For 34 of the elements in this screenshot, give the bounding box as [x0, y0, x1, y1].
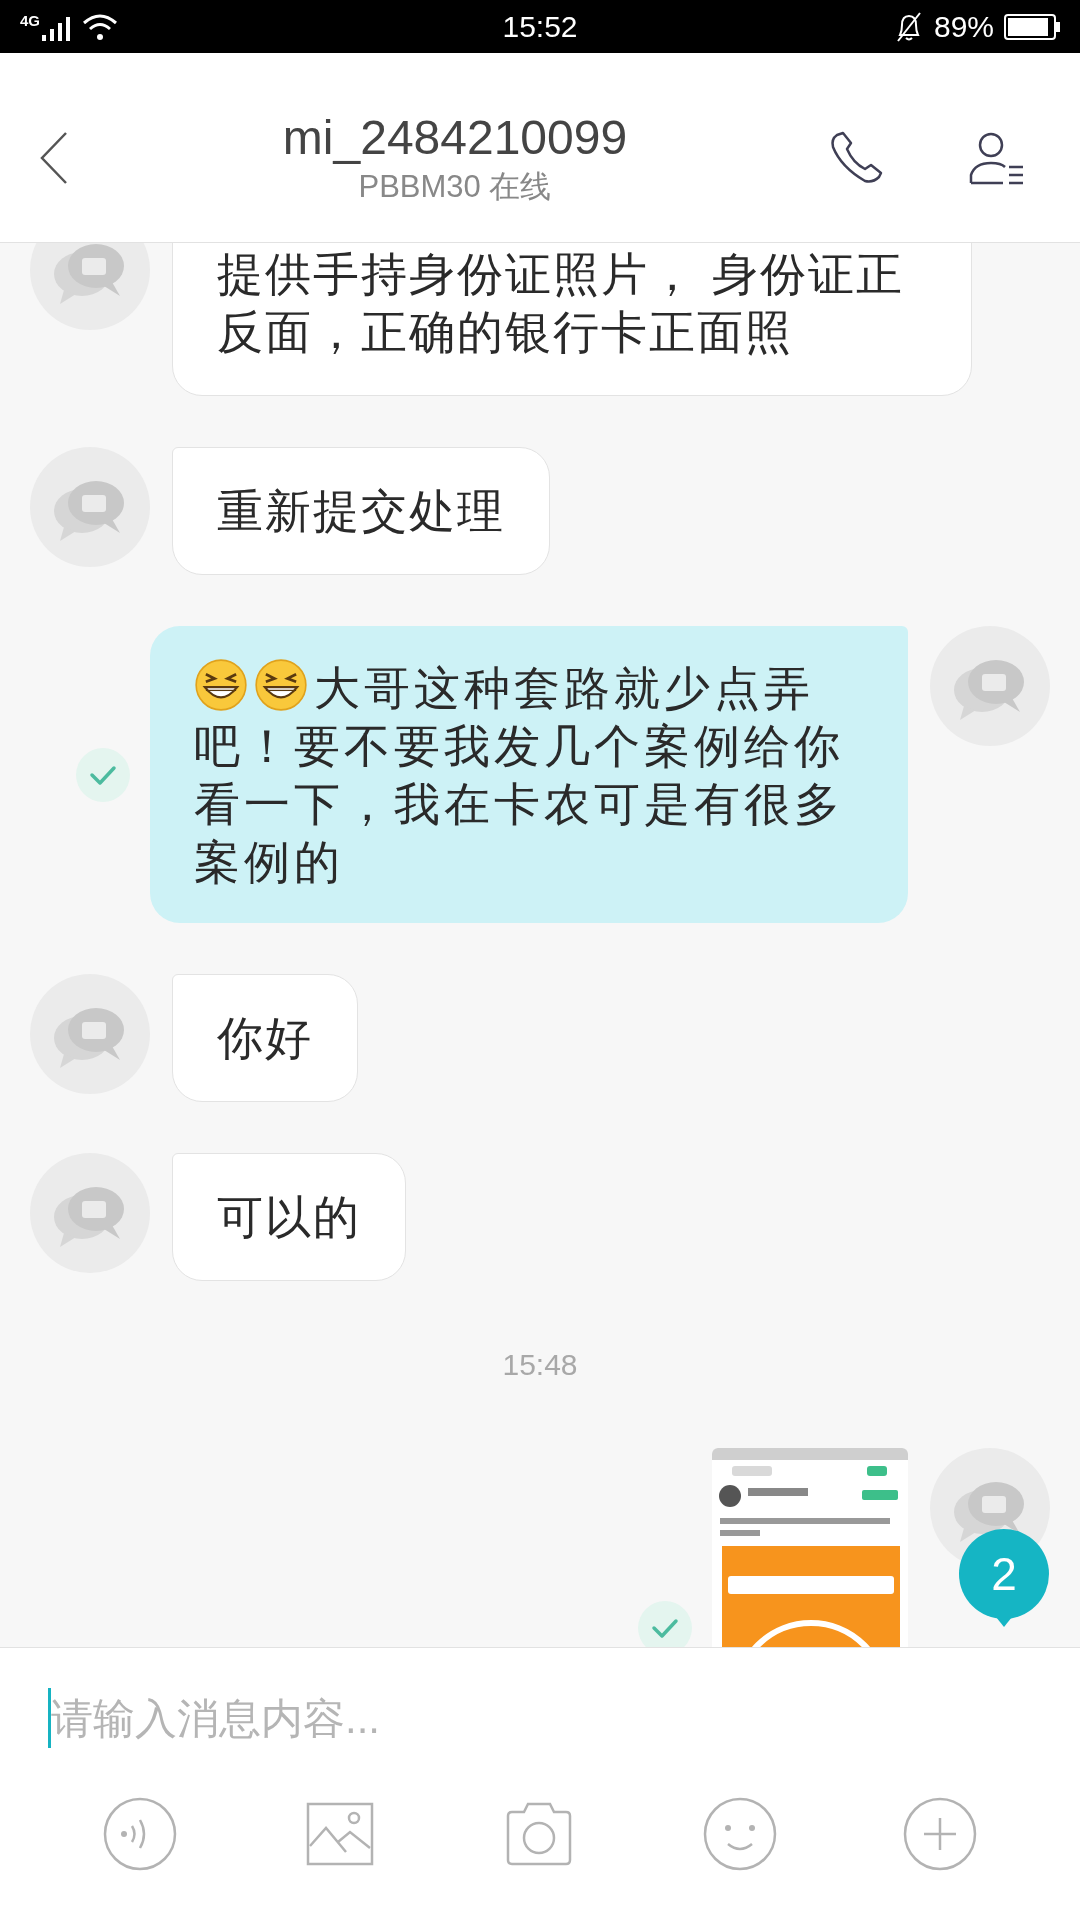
more-button[interactable] — [902, 1796, 978, 1872]
message-timestamp: 15:48 — [502, 1347, 578, 1383]
grinning-face-icon — [254, 658, 308, 712]
battery-icon — [1004, 13, 1060, 40]
voice-button[interactable] — [102, 1796, 178, 1872]
message-bubble: 提供手持身份证照片， 身份证正反面，正确的银行卡正面照 — [172, 243, 972, 396]
battery-percent: 89% — [933, 9, 994, 45]
message-bubble: 大哥这种套路就少点弄吧！要不要我发几个案例给你看一下，我在卡农可是有很多案例的 — [150, 626, 908, 923]
text-cursor — [48, 1688, 51, 1748]
message-bubble: 你好 — [172, 974, 358, 1102]
plus-icon — [902, 1796, 978, 1872]
check-icon — [76, 747, 130, 802]
phone-icon — [829, 130, 885, 185]
contact-name: mi_2484210099 — [282, 109, 628, 166]
unread-count-badge[interactable]: 2 — [959, 1529, 1049, 1619]
check-icon — [638, 1601, 692, 1647]
smiley-icon — [702, 1796, 778, 1872]
back-icon — [38, 130, 70, 185]
network-label: 4G — [20, 12, 40, 28]
emoji-button[interactable] — [702, 1796, 778, 1872]
message-bubble: 可以的 — [172, 1153, 406, 1281]
avatar-icon — [930, 626, 1050, 746]
clock-time: 15:52 — [502, 9, 578, 45]
message-bubble: 重新提交处理 — [172, 447, 550, 575]
avatar-icon — [30, 447, 150, 567]
signal-icon — [42, 14, 70, 41]
contact-status: PBBM30 在线 — [358, 167, 552, 206]
badge-pointer-icon — [996, 1617, 1012, 1627]
wifi-icon — [82, 12, 118, 41]
avatar-icon — [30, 1153, 150, 1273]
voice-icon — [102, 1796, 178, 1872]
avatar-icon — [30, 974, 150, 1094]
grinning-face-icon — [194, 658, 248, 712]
user-list-icon — [969, 130, 1025, 185]
